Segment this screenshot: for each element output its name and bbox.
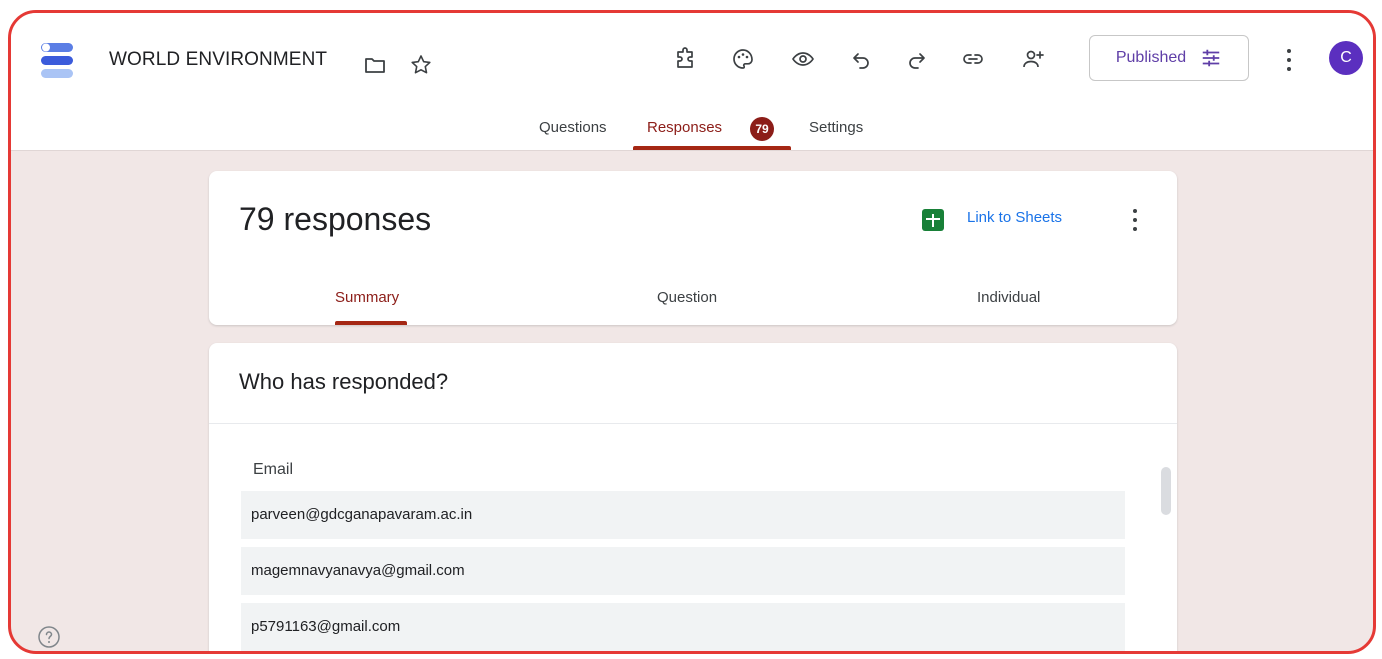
tab-settings[interactable]: Settings	[809, 119, 863, 136]
forms-logo-icon	[41, 43, 73, 78]
page-scrollbar[interactable]	[1373, 153, 1376, 183]
list-scrollbar[interactable]	[1161, 467, 1171, 515]
preview-icon[interactable]	[789, 45, 817, 73]
form-title[interactable]: WORLD ENVIRONMENT	[109, 49, 327, 71]
who-responded-heading: Who has responded?	[239, 369, 449, 394]
responses-summary-card: 79 responses Link to Sheets Summary Ques…	[209, 171, 1177, 325]
more-vert-icon[interactable]	[1127, 207, 1143, 233]
published-button[interactable]: Published	[1089, 35, 1249, 81]
folder-icon[interactable]	[363, 53, 387, 77]
palette-icon[interactable]	[729, 45, 757, 73]
help-icon[interactable]	[37, 625, 61, 649]
published-label: Published	[1115, 49, 1187, 66]
tab-responses[interactable]: Responses	[647, 119, 722, 136]
redo-icon[interactable]	[903, 45, 931, 73]
avatar[interactable]: C	[1329, 41, 1363, 75]
app-frame: WORLD ENVIRONMENT Published C Questions …	[8, 10, 1376, 654]
subtab-individual[interactable]: Individual	[977, 289, 1040, 306]
subtab-summary[interactable]: Summary	[335, 289, 399, 306]
subtab-question[interactable]: Question	[657, 289, 717, 306]
divider	[209, 423, 1177, 424]
list-item: magemnavyanavya@gmail.com	[241, 547, 1125, 595]
link-to-sheets-button[interactable]: Link to Sheets	[967, 209, 1062, 226]
email-column-header: Email	[253, 461, 294, 478]
list-item: p5791163@gmail.com	[241, 603, 1125, 651]
active-subtab-indicator	[335, 321, 407, 325]
active-tab-indicator	[633, 146, 791, 150]
add-collaborator-icon[interactable]	[1019, 45, 1047, 73]
more-vert-icon[interactable]	[1279, 47, 1299, 73]
undo-icon[interactable]	[847, 45, 875, 73]
sheets-icon[interactable]	[922, 209, 944, 231]
responses-count-title: 79 responses	[239, 201, 432, 237]
addon-icon[interactable]	[671, 45, 699, 73]
who-responded-card: Who has responded? Email parveen@gdcgana…	[209, 343, 1177, 651]
top-bar: WORLD ENVIRONMENT Published C Questions …	[11, 13, 1373, 151]
publish-settings-icon	[1202, 49, 1220, 67]
list-item: parveen@gdcganapavaram.ac.in	[241, 491, 1125, 539]
link-icon[interactable]	[959, 45, 987, 73]
tab-questions[interactable]: Questions	[539, 119, 607, 136]
star-icon[interactable]	[409, 53, 433, 77]
responses-count-badge: 79	[750, 117, 774, 141]
